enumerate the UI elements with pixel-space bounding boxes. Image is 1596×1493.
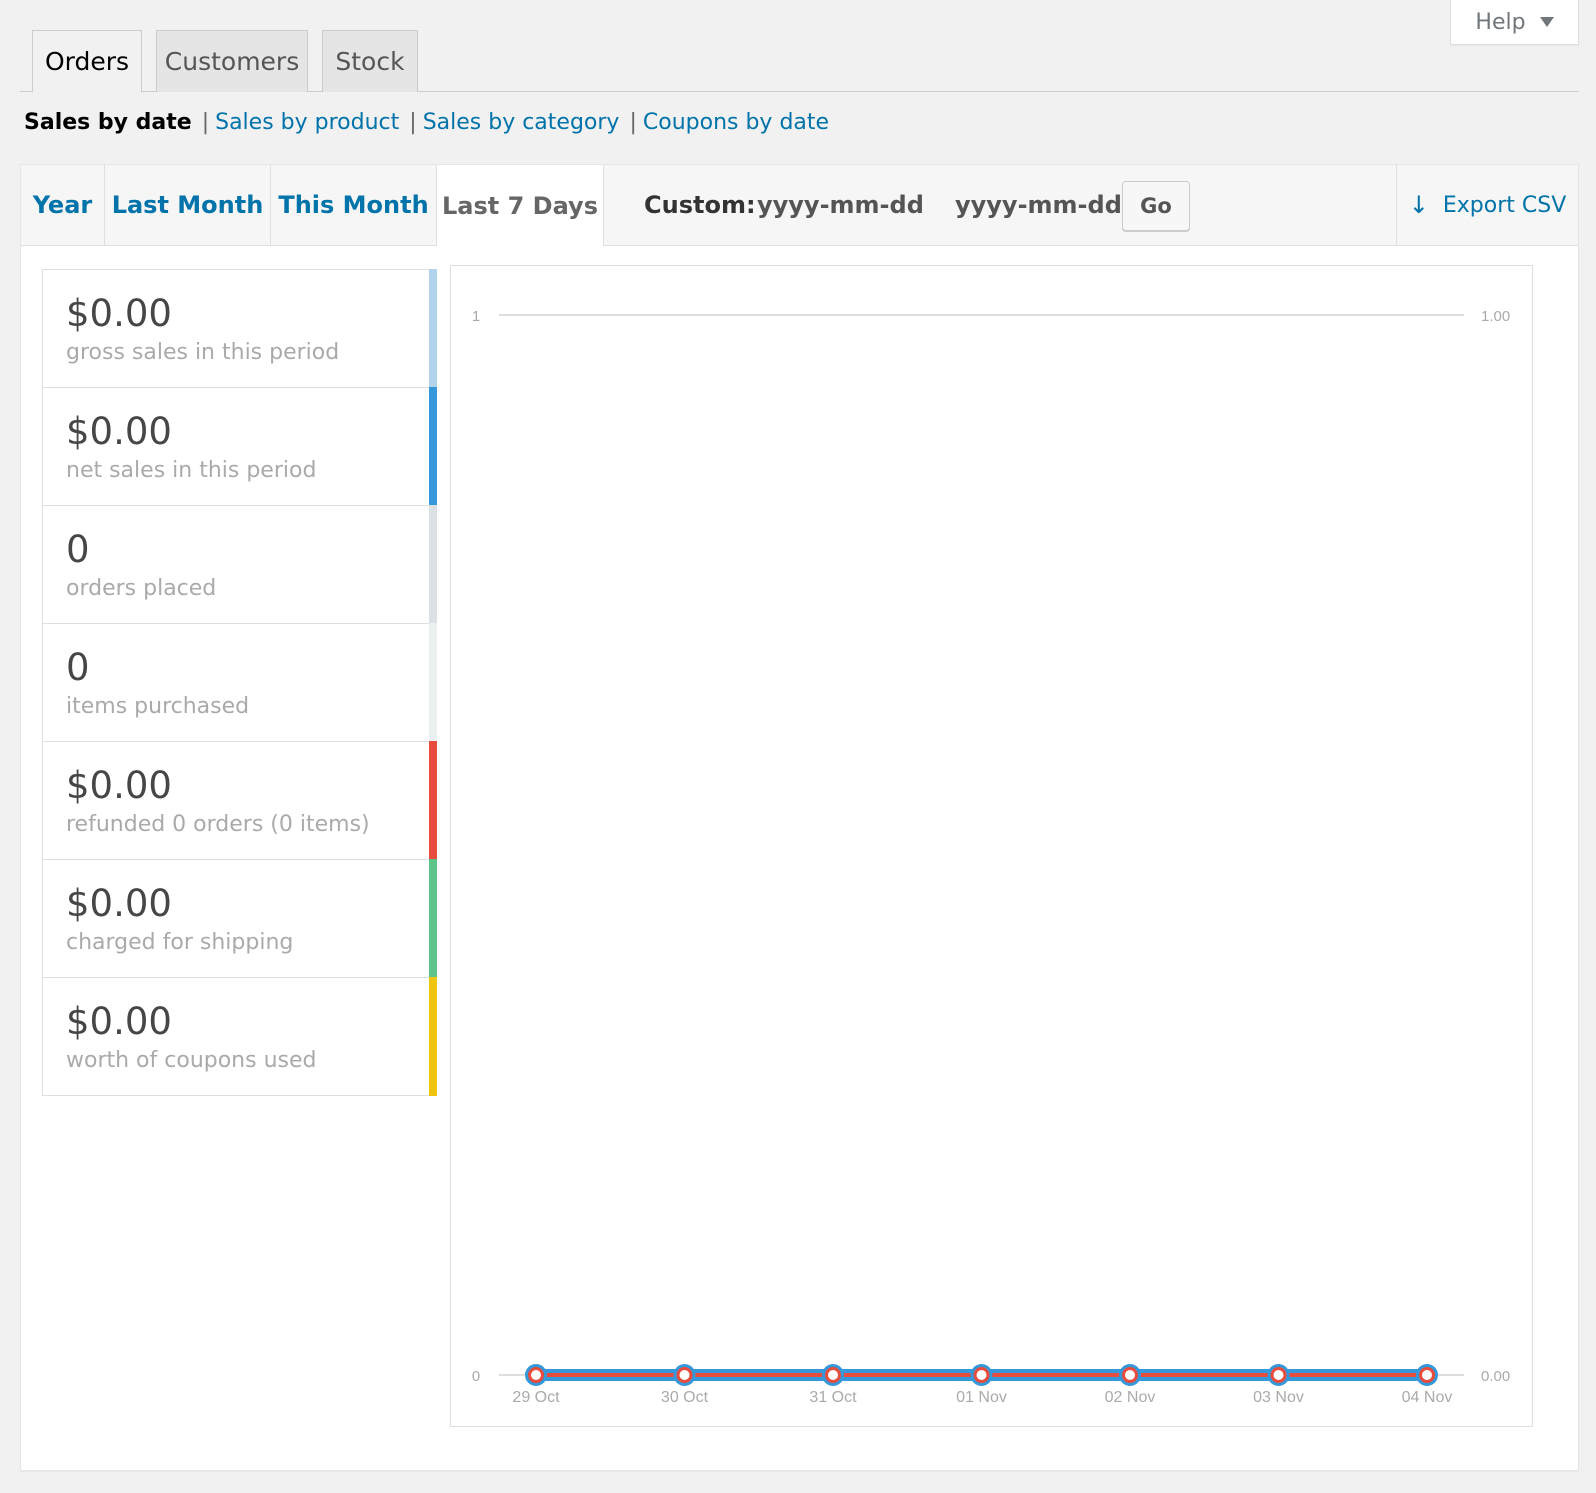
legend-color-bar xyxy=(429,387,437,506)
legend-description: gross sales in this period xyxy=(66,340,340,365)
tab-customers[interactable]: Customers xyxy=(156,30,308,92)
legend-color-bar xyxy=(429,859,437,978)
legend-amount: $0.00 xyxy=(66,764,172,807)
go-button[interactable]: Go xyxy=(1122,181,1190,231)
separator: | xyxy=(201,110,210,135)
report-postbox: Year Last Month This Month Last 7 Days C… xyxy=(20,164,1579,1471)
export-csv-label: Export CSV xyxy=(1442,192,1567,218)
x-tick-label: 31 Oct xyxy=(809,1389,857,1406)
legend-description: charged for shipping xyxy=(66,930,294,955)
tab-stock[interactable]: Stock xyxy=(322,30,418,92)
x-tick-label: 29 Oct xyxy=(512,1389,560,1406)
separator: | xyxy=(629,110,637,135)
link-coupons-by-date[interactable]: Coupons by date xyxy=(643,110,829,135)
data-point-center xyxy=(1273,1370,1284,1380)
legend-amount: 0 xyxy=(66,528,90,571)
data-point-center xyxy=(679,1370,690,1380)
legend-refunded[interactable]: $0.00 refunded 0 orders (0 items) xyxy=(42,741,437,860)
legend-description: items purchased xyxy=(66,694,250,719)
legend-color-bar xyxy=(429,977,437,1096)
tab-orders[interactable]: Orders xyxy=(32,30,142,93)
legend-color-bar xyxy=(429,623,437,742)
x-tick-label: 03 Nov xyxy=(1253,1389,1304,1406)
chart-canvas: 0 0.00 1 1.00 29 Oct 30 Oct 31 Oct 01 Nov 02 Nov… xyxy=(472,308,1510,1406)
legend-shipping[interactable]: $0.00 charged for shipping xyxy=(42,859,437,978)
legend-description: worth of coupons used xyxy=(66,1048,317,1073)
range-tab-last-month[interactable]: Last Month xyxy=(105,165,271,245)
data-point-center xyxy=(828,1370,838,1380)
legend-orders-placed[interactable]: 0 orders placed xyxy=(42,505,437,624)
end-date-input[interactable] xyxy=(955,187,1130,223)
legend-coupons[interactable]: $0.00 worth of coupons used xyxy=(42,977,437,1096)
sales-chart: 0 0.00 1 1.00 29 Oct 30 Oct 31 Oct 01 Nov 02 Nov… xyxy=(450,265,1533,1427)
legend-items-purchased[interactable]: 0 items purchased xyxy=(42,623,437,742)
export-csv-button[interactable]: ↓ Export CSV xyxy=(1396,165,1578,245)
start-date-input[interactable] xyxy=(757,187,932,223)
chart-legend: $0.00 gross sales in this period $0.00 n… xyxy=(42,269,437,1096)
data-point-center xyxy=(1125,1370,1135,1380)
legend-amount: 0 xyxy=(66,646,90,689)
legend-description: net sales in this period xyxy=(66,458,317,483)
range-tab-this-month[interactable]: This Month xyxy=(271,165,437,245)
report-nav-tabs: Orders Customers Stock xyxy=(20,30,1579,93)
y-tick-label-left: 1 xyxy=(472,308,480,325)
y-tick-label-left: 0 xyxy=(472,1368,480,1385)
x-tick-label: 01 Nov xyxy=(956,1389,1007,1406)
legend-net-sales[interactable]: $0.00 net sales in this period xyxy=(42,387,437,506)
legend-amount: $0.00 xyxy=(66,1000,172,1043)
data-point-center xyxy=(1422,1370,1432,1380)
x-tick-label: 04 Nov xyxy=(1402,1389,1453,1406)
legend-amount: $0.00 xyxy=(66,292,172,335)
download-arrow-icon: ↓ xyxy=(1408,191,1429,219)
report-links: Sales by date | Sales by product | Sales… xyxy=(24,110,829,135)
legend-amount: $0.00 xyxy=(66,410,172,453)
y-tick-label-right: 1.00 xyxy=(1481,308,1510,325)
x-tick-label: 30 Oct xyxy=(661,1389,709,1406)
date-range-bar: Year Last Month This Month Last 7 Days C… xyxy=(21,165,1578,246)
separator: | xyxy=(409,110,417,135)
range-tab-last-7-days[interactable]: Last 7 Days xyxy=(437,165,604,246)
y-tick-label-right: 0.00 xyxy=(1481,1368,1510,1385)
link-sales-by-product[interactable]: Sales by product xyxy=(215,110,399,135)
custom-range-label: Custom: xyxy=(644,191,756,219)
caret-down-icon xyxy=(1539,17,1554,27)
data-point-center xyxy=(531,1370,541,1380)
legend-color-bar xyxy=(429,741,437,860)
link-sales-by-category[interactable]: Sales by category xyxy=(423,110,620,135)
legend-color-bar xyxy=(429,505,437,624)
data-point-center xyxy=(976,1370,987,1380)
legend-description: refunded 0 orders (0 items) xyxy=(66,812,370,837)
legend-description: orders placed xyxy=(66,576,217,601)
x-tick-label: 02 Nov xyxy=(1105,1389,1156,1406)
legend-gross-sales[interactable]: $0.00 gross sales in this period xyxy=(42,269,437,388)
range-tab-year[interactable]: Year xyxy=(21,165,105,245)
legend-amount: $0.00 xyxy=(66,882,172,925)
current-report: Sales by date xyxy=(24,110,192,135)
legend-color-bar xyxy=(429,269,437,388)
